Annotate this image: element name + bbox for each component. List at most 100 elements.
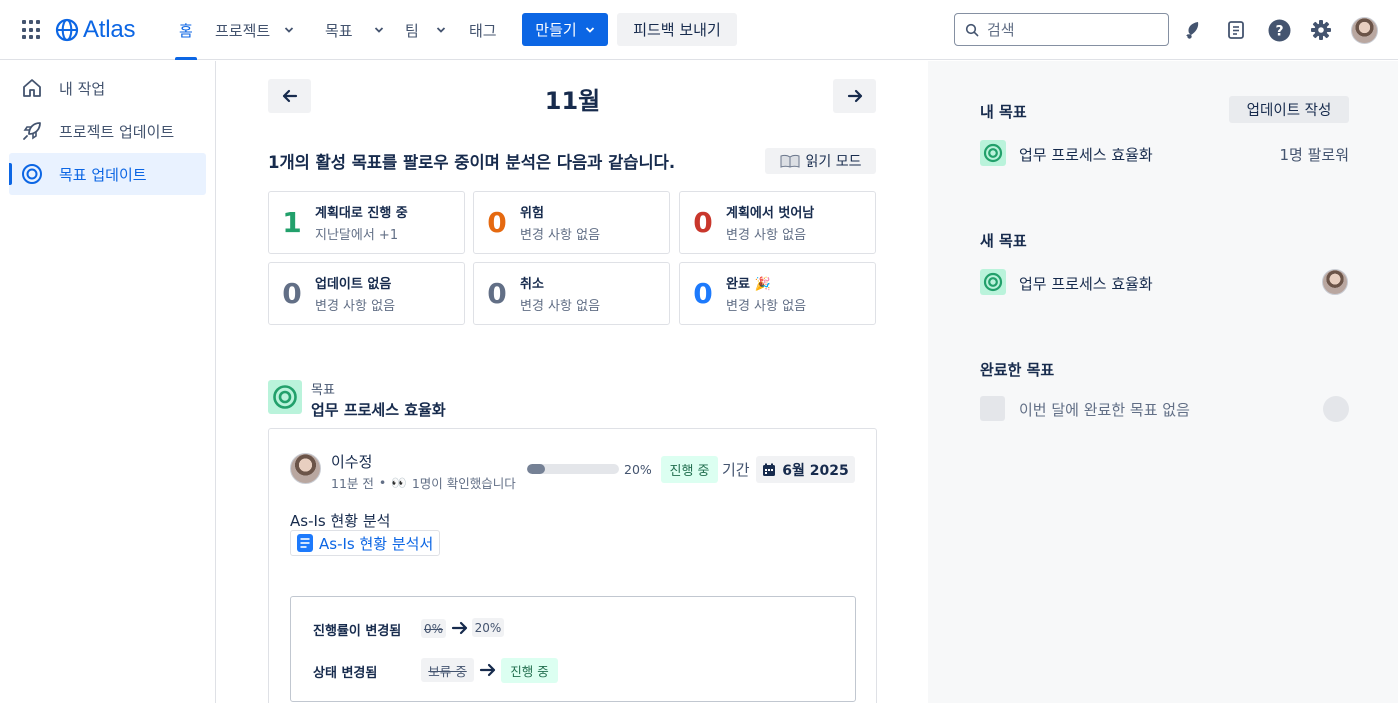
document-link[interactable]: As-Is 현황 분석서: [290, 530, 441, 556]
nav-tags[interactable]: 태그: [469, 0, 497, 60]
stat-title: 위험: [520, 206, 544, 221]
nav-goals[interactable]: 목표: [325, 0, 384, 60]
brand-name: Atlas: [83, 16, 136, 43]
stat-count: 0: [282, 277, 302, 310]
author-name[interactable]: 이수정: [331, 451, 372, 472]
completed-goals-heading: 완료한 목표: [980, 361, 1055, 379]
svg-text:?: ?: [1275, 23, 1283, 39]
empty-state-text: 이번 달에 완료한 목표 없음: [1019, 401, 1190, 419]
sidebar-item-label: 내 작업: [59, 79, 106, 98]
stat-on-track[interactable]: 1 계획대로 진행 중 지난달에서 +1: [268, 191, 465, 254]
nav-projects[interactable]: 프로젝트: [215, 0, 294, 60]
my-goals-heading: 내 목표: [980, 103, 1027, 121]
stat-title: 업데이트 없음: [315, 277, 392, 292]
chevron-down-icon: [585, 26, 594, 33]
change-label: 진행률이 변경됨: [313, 624, 402, 639]
read-mode-button[interactable]: 읽기 모드: [765, 148, 876, 174]
calendar-icon: [763, 463, 776, 476]
main-content: 11월 1개의 활성 목표를 팔로우 중이며 분석은 다음과 같습니다. 읽기 …: [217, 61, 928, 703]
stat-at-risk[interactable]: 0 위험 변경 사항 없음: [473, 191, 670, 254]
stat-cancelled[interactable]: 0 취소 변경 사항 없음: [473, 262, 670, 325]
sidebar-item-goal-updates[interactable]: 목표 업데이트: [9, 153, 206, 195]
document-icon: [297, 534, 313, 552]
settings-icon[interactable]: [1309, 18, 1333, 42]
follower-count[interactable]: 1명 팔로워: [1279, 144, 1349, 165]
seen-count[interactable]: 1명이 확인했습니다: [412, 473, 516, 492]
search-input[interactable]: 검색: [954, 13, 1169, 46]
avatar[interactable]: [1322, 269, 1348, 295]
changes-panel: 진행률이 변경됨 0% 20% 상태 변경됨 보류 중 진행 중: [290, 596, 856, 702]
sidebar-item-label: 목표 업데이트: [59, 165, 147, 184]
atlas-logo[interactable]: Atlas: [55, 16, 136, 44]
goal-icon: [980, 140, 1006, 166]
new-value-chip: 20%: [472, 618, 504, 637]
new-goals-heading: 새 목표: [980, 232, 1027, 250]
due-date-chip[interactable]: 6월 2025: [756, 456, 855, 483]
stat-subtitle: 변경 사항 없음: [520, 299, 601, 314]
sidebar-item-label: 프로젝트 업데이트: [59, 122, 175, 141]
update-meta: 11분 전 • 👀 1명이 확인했습니다: [331, 473, 516, 492]
create-button[interactable]: 만들기: [522, 13, 608, 46]
rocket-icon: [23, 122, 41, 140]
document-link-label: As-Is 현황 분석서: [319, 534, 434, 553]
stat-count: 0: [487, 206, 507, 239]
search-placeholder: 검색: [987, 21, 1015, 39]
feedback-button[interactable]: 피드백 보내기: [617, 13, 737, 46]
nav-teams[interactable]: 팀: [405, 0, 446, 60]
create-button-label: 만들기: [535, 21, 577, 39]
goal-icon: [22, 164, 42, 184]
stat-title: 완료 🎉: [726, 277, 771, 292]
meta-separator: •: [378, 475, 387, 490]
nav-teams-label: 팀: [405, 21, 419, 40]
goal-kicker: 목표: [311, 383, 335, 398]
feedback-button-label: 피드백 보내기: [633, 21, 721, 39]
help-icon[interactable]: ?: [1267, 18, 1291, 42]
chevron-down-icon: [374, 27, 383, 33]
update-text: As-Is 현황 분석: [290, 512, 391, 530]
arrow-right-icon: [479, 663, 496, 677]
sidebar-item-my-work[interactable]: 내 작업: [9, 67, 206, 109]
next-month-button[interactable]: [833, 79, 876, 113]
home-icon: [23, 79, 41, 97]
nav-tags-label: 태그: [469, 21, 497, 40]
stat-title: 계획대로 진행 중: [315, 206, 408, 221]
notification-icon[interactable]: [1181, 18, 1205, 42]
stat-off-track[interactable]: 0 계획에서 벗어남 변경 사항 없음: [679, 191, 876, 254]
sidebar: 내 작업 프로젝트 업데이트 목표 업데이트: [0, 61, 216, 703]
stat-subtitle: 지난달에서 +1: [315, 228, 399, 243]
search-icon: [965, 23, 979, 36]
stat-count: 0: [693, 277, 713, 310]
stat-subtitle: 변경 사항 없음: [520, 228, 601, 243]
arrow-right-icon: [847, 89, 862, 103]
stat-subtitle: 변경 사항 없음: [726, 228, 807, 243]
nav-home-label: 홈: [179, 21, 193, 40]
summary-heading: 1개의 활성 목표를 팔로우 중이며 분석은 다음과 같습니다.: [268, 153, 676, 172]
app-switcher-icon[interactable]: [22, 20, 42, 40]
top-navigation: Atlas 홈 프로젝트 목표 팀 태그 만들기 피드백 보내기 검색 ?: [0, 0, 1398, 60]
due-date: 6월 2025: [782, 462, 849, 479]
chevron-down-icon: [436, 27, 445, 33]
profile-avatar[interactable]: [1351, 17, 1378, 44]
whats-new-icon[interactable]: [1224, 18, 1248, 42]
change-label: 상태 변경됨: [313, 666, 378, 681]
stat-done[interactable]: 0 완료 🎉 변경 사항 없음: [679, 262, 876, 325]
goal-icon[interactable]: [268, 380, 302, 414]
old-value-chip: 0%: [421, 619, 446, 638]
nav-goals-label: 목표: [325, 21, 353, 40]
progress-bar: [527, 464, 619, 474]
my-goal-link[interactable]: 업무 프로세스 효율화: [1019, 144, 1153, 165]
goal-name-link[interactable]: 업무 프로세스 효율화: [311, 399, 446, 420]
arrow-right-icon: [451, 621, 468, 635]
write-update-button[interactable]: 업데이트 작성: [1229, 96, 1349, 123]
nav-projects-label: 프로젝트: [215, 21, 271, 40]
stat-no-update[interactable]: 0 업데이트 없음 변경 사항 없음: [268, 262, 465, 325]
nav-home[interactable]: 홈: [175, 0, 197, 60]
sidebar-item-project-updates[interactable]: 프로젝트 업데이트: [9, 110, 206, 152]
right-panel: 내 목표 업데이트 작성 업무 프로세스 효율화 1명 팔로워 새 목표 업무 …: [928, 61, 1398, 703]
avatar[interactable]: [290, 453, 321, 484]
status-badge: 진행 중: [661, 456, 718, 483]
progress-bar-fill: [527, 464, 546, 474]
stat-count: 0: [487, 277, 507, 310]
stat-count: 0: [693, 206, 713, 239]
new-goal-link[interactable]: 업무 프로세스 효율화: [1019, 273, 1153, 294]
